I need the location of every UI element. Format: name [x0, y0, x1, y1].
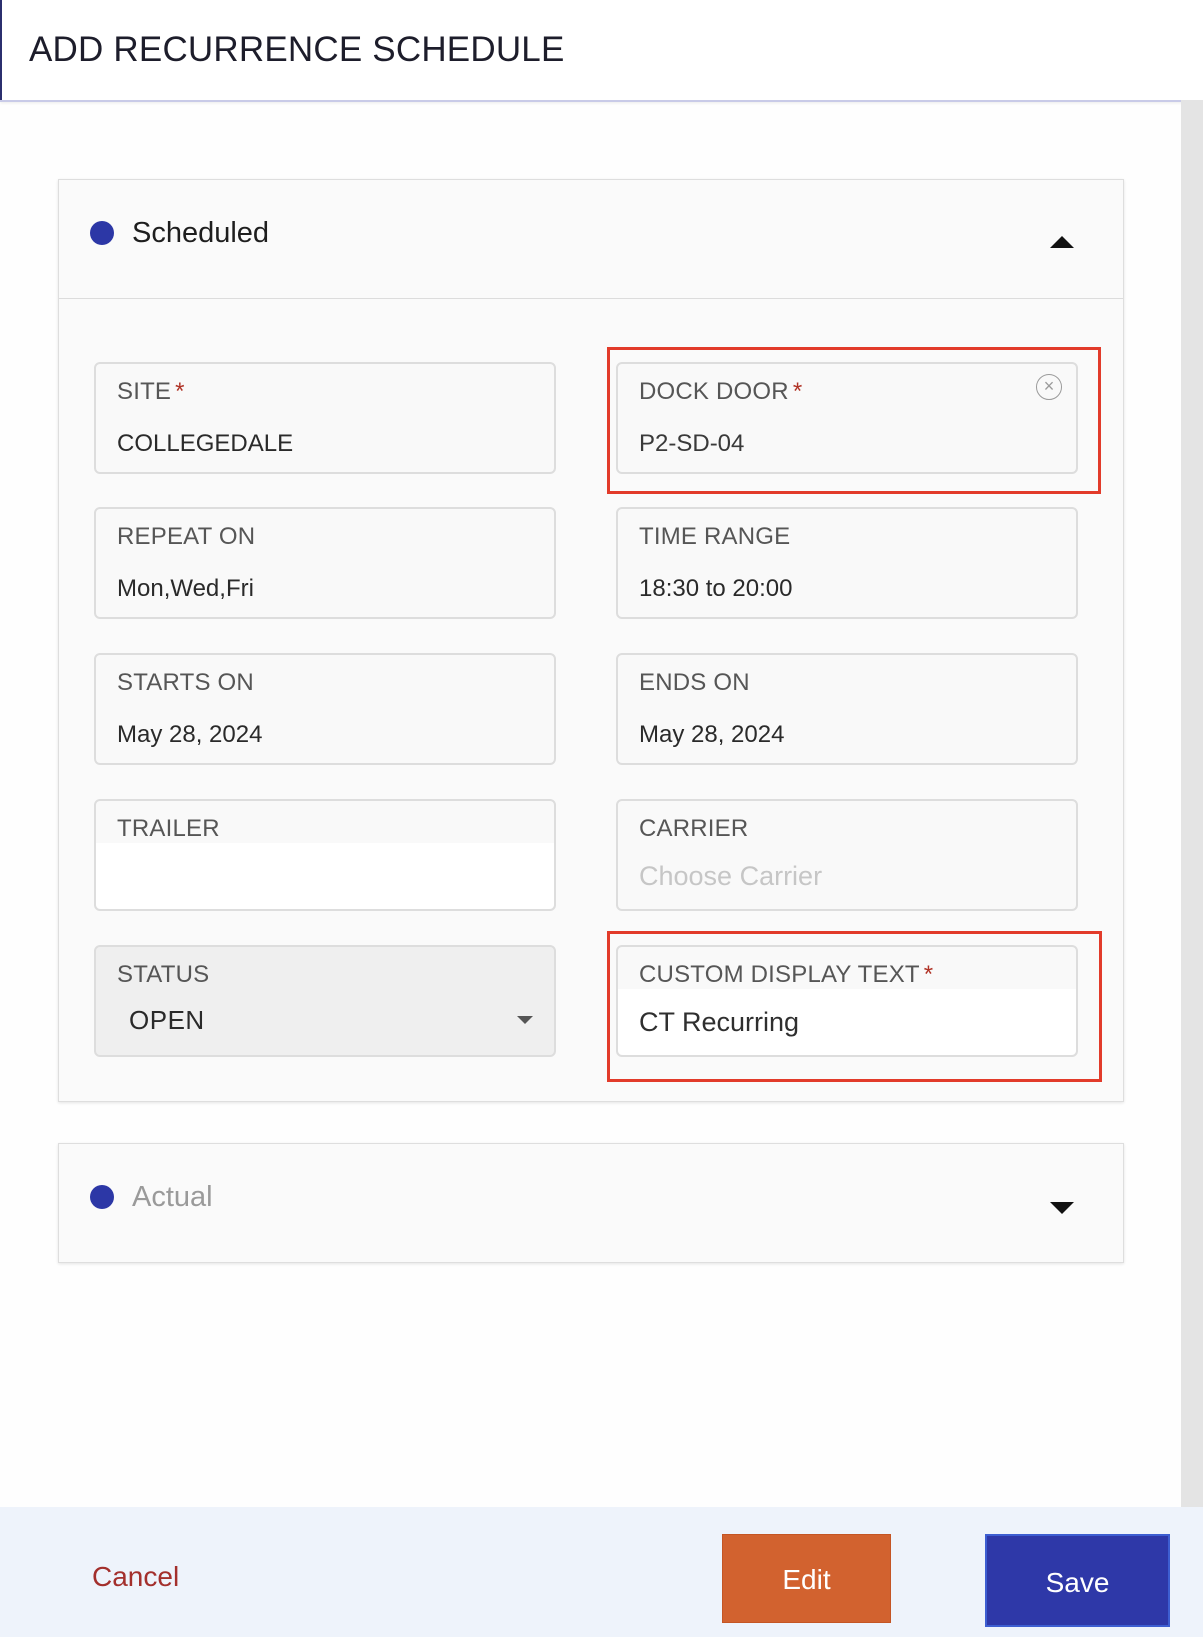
ends-on-field[interactable]: ENDS ON May 28, 2024	[616, 653, 1078, 765]
time-range-label: TIME RANGE	[639, 523, 791, 550]
actual-panel: Actual	[58, 1143, 1124, 1263]
dialog-footer: Cancel Edit Save	[0, 1507, 1203, 1637]
starts-on-value: May 28, 2024	[117, 721, 263, 748]
trailer-field[interactable]: TRAILER	[94, 799, 556, 911]
site-value: COLLEGEDALE	[117, 430, 294, 457]
scheduled-panel-header[interactable]: Scheduled	[59, 180, 1123, 299]
repeat-on-label: REPEAT ON	[117, 523, 256, 550]
carrier-input[interactable]: Choose Carrier	[639, 861, 822, 892]
custom-display-text-field[interactable]: CUSTOM DISPLAY TEXT * CT Recurring	[616, 945, 1078, 1057]
trailer-label: TRAILER	[117, 815, 220, 842]
save-button[interactable]: Save	[985, 1534, 1170, 1627]
time-range-value: 18:30 to 20:00	[639, 575, 793, 602]
custom-display-text-label: CUSTOM DISPLAY TEXT *	[639, 961, 934, 988]
dialog-title: ADD RECURRENCE SCHEDULE	[29, 30, 565, 69]
status-label: STATUS	[117, 961, 210, 988]
site-field[interactable]: SITE * COLLEGEDALE	[94, 362, 556, 474]
required-marker: *	[175, 378, 185, 405]
required-marker: *	[923, 961, 934, 988]
site-label: SITE *	[117, 378, 185, 405]
chevron-down-icon[interactable]	[1050, 1202, 1074, 1214]
dock-door-label: DOCK DOOR *	[639, 378, 803, 405]
actual-panel-header[interactable]: Actual	[59, 1144, 1123, 1262]
ends-on-label: ENDS ON	[639, 669, 750, 696]
clear-icon[interactable]: ×	[1036, 374, 1062, 400]
scrollbar-track[interactable]	[1181, 100, 1203, 1507]
scheduled-panel-title: Scheduled	[132, 217, 270, 249]
dock-door-value: P2-SD-04	[639, 430, 745, 457]
scheduled-panel: Scheduled SITE * COLLEGEDALE DOCK DOOR * P…	[58, 179, 1124, 1102]
cancel-button[interactable]: Cancel	[92, 1561, 179, 1593]
status-value: OPEN	[129, 1005, 205, 1035]
required-marker: *	[792, 378, 803, 405]
repeat-on-value: Mon,Wed,Fri	[117, 575, 254, 602]
chevron-up-icon[interactable]	[1050, 236, 1074, 248]
starts-on-label: STARTS ON	[117, 669, 254, 696]
carrier-field[interactable]: CARRIER Choose Carrier	[616, 799, 1078, 911]
time-range-field[interactable]: TIME RANGE 18:30 to 20:00	[616, 507, 1078, 619]
repeat-on-field[interactable]: REPEAT ON Mon,Wed,Fri	[94, 507, 556, 619]
header-accent	[0, 0, 2, 100]
actual-status-dot-icon	[90, 1185, 114, 1209]
dialog-header: ADD RECURRENCE SCHEDULE	[0, 0, 1203, 102]
scheduled-status-dot-icon	[90, 221, 114, 245]
dropdown-caret-icon[interactable]	[517, 1016, 533, 1024]
carrier-label: CARRIER	[639, 815, 749, 842]
edit-button[interactable]: Edit	[722, 1534, 891, 1623]
custom-display-text-input[interactable]: CT Recurring	[639, 1007, 799, 1038]
starts-on-field[interactable]: STARTS ON May 28, 2024	[94, 653, 556, 765]
actual-panel-title: Actual	[132, 1181, 213, 1213]
dock-door-field[interactable]: DOCK DOOR * P2-SD-04 ×	[616, 362, 1078, 474]
recurrence-dialog: ADD RECURRENCE SCHEDULE Scheduled SITE * …	[0, 0, 1203, 1637]
status-select[interactable]: STATUS OPEN	[94, 945, 556, 1057]
ends-on-value: May 28, 2024	[639, 721, 785, 748]
